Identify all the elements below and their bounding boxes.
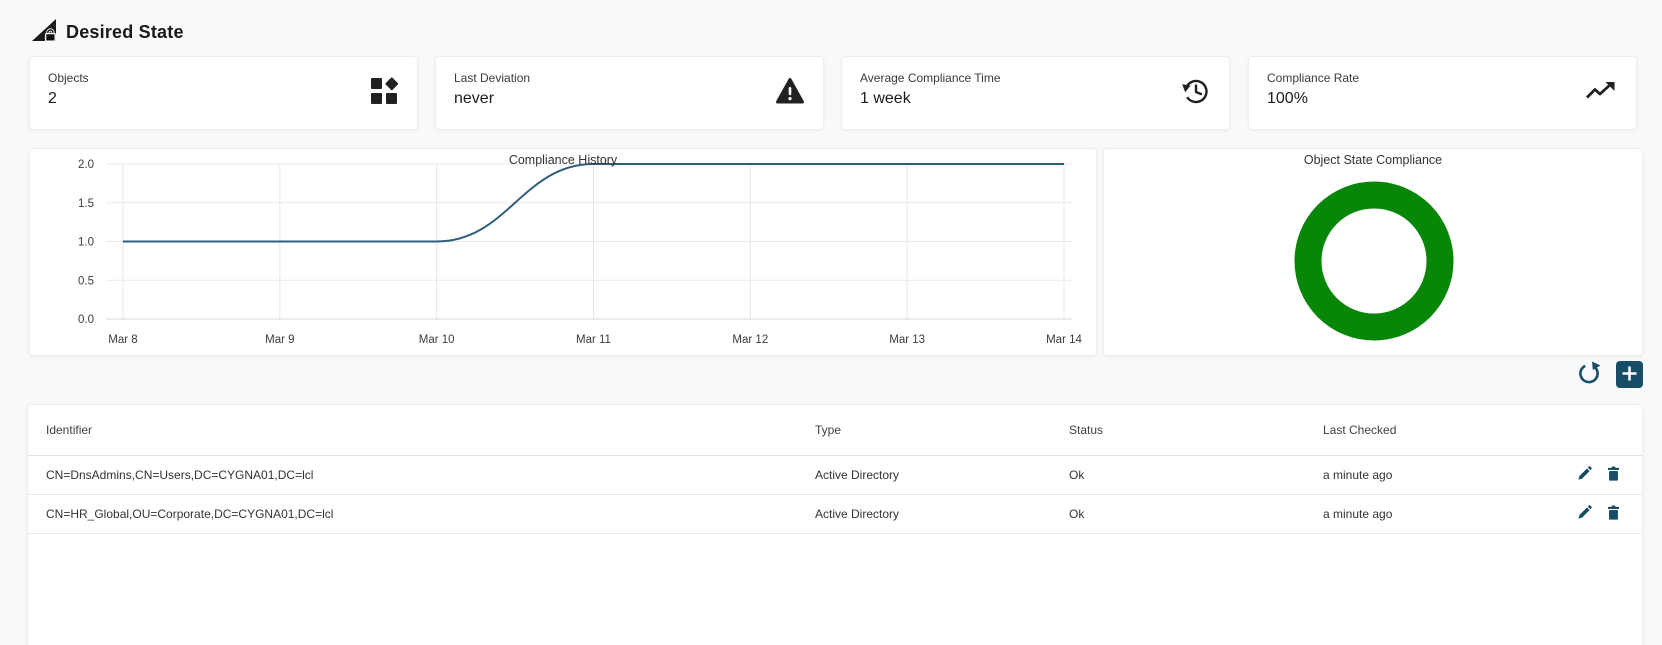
x-axis-tick-label: Mar 13 [889, 334, 925, 346]
delete-button[interactable] [1601, 464, 1626, 486]
trending-up-icon [1584, 79, 1618, 108]
triangle-lock-logo-icon [30, 16, 58, 49]
compliance-history-line-chart: Mar 8 Mar 9 Mar 10 Mar 11 Mar 12 Mar 13 Mar 14… [78, 159, 1082, 346]
history-clock-icon [1179, 75, 1211, 112]
objects-table-panel: Identifier Type Status Last Checked CN=D… [27, 404, 1643, 645]
column-header-type: Type [797, 405, 1051, 456]
stat-card-objects: Objects 2 [29, 56, 418, 130]
page-title: Desired State [66, 22, 184, 42]
warning-triangle-icon [775, 76, 805, 111]
pencil-icon [1577, 465, 1592, 484]
identifier-cell: CN=DnsAdmins,CN=Users,DC=CYGNA01,DC=lcl [28, 455, 797, 495]
refresh-button[interactable] [1576, 360, 1602, 389]
compliance-history-chart-panel: Compliance History Mar 8 Mar 9 Mar 10 Mar 1… [29, 148, 1097, 356]
identifier-cell: CN=HR_Global,OU=Corporate,DC=CYGNA01,DC=… [28, 494, 797, 534]
y-axis-tick-label: 2.0 [78, 159, 94, 171]
x-axis-tick-label: Mar 14 [1046, 334, 1082, 346]
refresh-icon [1576, 360, 1602, 389]
stat-value: 100% [1267, 90, 1308, 107]
stat-card-last-deviation: Last Deviation never [435, 56, 824, 130]
trash-icon [1607, 505, 1620, 523]
edit-button[interactable] [1571, 503, 1598, 525]
stat-value: 1 week [860, 90, 911, 107]
status-cell: Ok [1051, 455, 1305, 495]
y-axis-tick-label: 1.0 [78, 237, 94, 249]
column-header-last-checked: Last Checked [1305, 405, 1516, 456]
table-row: CN=HR_Global,OU=Corporate,DC=CYGNA01,DC=… [28, 494, 1642, 534]
y-axis-tick-label: 0.5 [78, 275, 94, 287]
table-toolbar [0, 360, 1643, 389]
status-cell: Ok [1051, 494, 1305, 534]
trash-icon [1607, 466, 1620, 484]
x-axis-tick-label: Mar 8 [108, 334, 137, 346]
stat-value: 2 [48, 90, 57, 107]
add-button[interactable] [1616, 361, 1643, 388]
stat-card-compliance-rate: Compliance Rate 100% [1248, 56, 1637, 130]
row-actions [1516, 494, 1642, 534]
column-header-status: Status [1051, 405, 1305, 456]
type-cell: Active Directory [797, 494, 1051, 534]
donut-ring-compliant [1294, 181, 1454, 341]
stat-value: never [454, 90, 495, 107]
pencil-icon [1577, 504, 1592, 523]
type-cell: Active Directory [797, 455, 1051, 495]
plus-icon [1616, 360, 1643, 390]
x-axis-tick-label: Mar 9 [265, 334, 294, 346]
x-axis-tick-label: Mar 12 [732, 334, 768, 346]
objects-table: Identifier Type Status Last Checked CN=D… [28, 405, 1642, 534]
column-header-actions [1516, 405, 1642, 456]
row-actions [1516, 455, 1642, 495]
table-header-row: Identifier Type Status Last Checked [28, 405, 1642, 456]
last-checked-cell: a minute ago [1305, 455, 1516, 495]
desired-state-page: Desired State Objects 2 Last Deviation n… [0, 0, 1662, 645]
edit-button[interactable] [1571, 464, 1598, 486]
column-header-identifier: Identifier [28, 405, 797, 456]
objects-grid-icon [369, 76, 399, 111]
object-state-compliance-donut [1294, 181, 1454, 341]
stat-label: Last Deviation [454, 71, 531, 85]
x-axis-tick-label: Mar 10 [419, 334, 455, 346]
stat-label: Objects [48, 71, 89, 85]
stat-label: Average Compliance Time [860, 71, 1001, 85]
stat-card-avg-compliance-time: Average Compliance Time 1 week [841, 56, 1230, 130]
stat-label: Compliance Rate [1267, 71, 1360, 85]
object-state-compliance-panel: Object State Compliance [1103, 148, 1643, 356]
y-axis-tick-label: 0.0 [78, 314, 94, 326]
x-axis-tick-label: Mar 11 [576, 334, 611, 346]
page-header: Desired State [30, 16, 184, 49]
delete-button[interactable] [1601, 503, 1626, 525]
table-row: CN=DnsAdmins,CN=Users,DC=CYGNA01,DC=lcl … [28, 455, 1642, 495]
last-checked-cell: a minute ago [1305, 494, 1516, 534]
y-axis-tick-label: 1.5 [78, 198, 94, 210]
